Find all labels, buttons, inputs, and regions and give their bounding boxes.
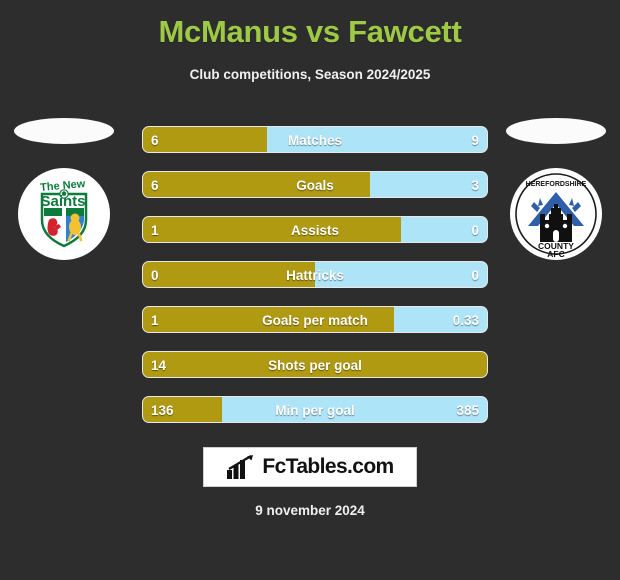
stats-list: 6 Matches 9 6 Goals 3 1 Assists 0 0 Hatt… bbox=[142, 126, 488, 441]
hereford-crest-icon: HEREFORDSHIRE COUNTY AFC bbox=[515, 173, 597, 259]
away-value: 0.33 bbox=[452, 313, 479, 328]
away-value: 0 bbox=[471, 268, 479, 283]
stats-comparison-page: McManus vs Fawcett Club competitions, Se… bbox=[0, 0, 620, 580]
away-logo-ellipse bbox=[506, 118, 606, 144]
fctables-brand-text: FcTables.com bbox=[262, 455, 394, 478]
fctables-logo[interactable]: FcTables.com bbox=[203, 447, 417, 487]
away-team-logo[interactable]: HEREFORDSHIRE COUNTY AFC bbox=[504, 118, 608, 278]
stat-label: Goals per match bbox=[262, 313, 368, 328]
home-logo-ellipse bbox=[14, 118, 114, 144]
table-row: 6 Matches 9 bbox=[142, 126, 488, 153]
table-row: 14 Shots per goal bbox=[142, 351, 488, 378]
away-logo-disc: HEREFORDSHIRE COUNTY AFC bbox=[510, 168, 602, 260]
away-value: 385 bbox=[456, 403, 479, 418]
table-row: 6 Goals 3 bbox=[142, 171, 488, 198]
stat-label: Goals bbox=[296, 178, 334, 193]
svg-text:Saints: Saints bbox=[40, 193, 85, 210]
table-row: 136 Min per goal 385 bbox=[142, 396, 488, 423]
footer-date: 9 november 2024 bbox=[255, 503, 365, 518]
table-row: 0 Hattricks 0 bbox=[142, 261, 488, 288]
table-row: 1 Goals per match 0.33 bbox=[142, 306, 488, 333]
away-value: 9 bbox=[471, 133, 479, 148]
home-logo-disc: The New Saints bbox=[18, 168, 110, 260]
stat-label: Hattricks bbox=[286, 268, 344, 283]
stat-label: Matches bbox=[287, 133, 343, 148]
stat-label: Shots per goal bbox=[268, 358, 362, 373]
away-value: 0 bbox=[471, 223, 479, 238]
tns-crest-icon: The New Saints bbox=[40, 178, 88, 248]
page-title: McManus vs Fawcett bbox=[158, 14, 462, 49]
away-value: 3 bbox=[471, 178, 479, 193]
page-subtitle: Club competitions, Season 2024/2025 bbox=[189, 67, 431, 82]
svg-text:AFC: AFC bbox=[547, 249, 564, 259]
bar-chart-arrow-icon bbox=[227, 455, 254, 479]
table-row: 1 Assists 0 bbox=[142, 216, 488, 243]
stat-label: Assists bbox=[290, 223, 340, 238]
stat-label: Min per goal bbox=[275, 403, 355, 418]
svg-text:HEREFORDSHIRE: HEREFORDSHIRE bbox=[526, 181, 587, 188]
home-team-logo[interactable]: The New Saints bbox=[12, 118, 116, 278]
